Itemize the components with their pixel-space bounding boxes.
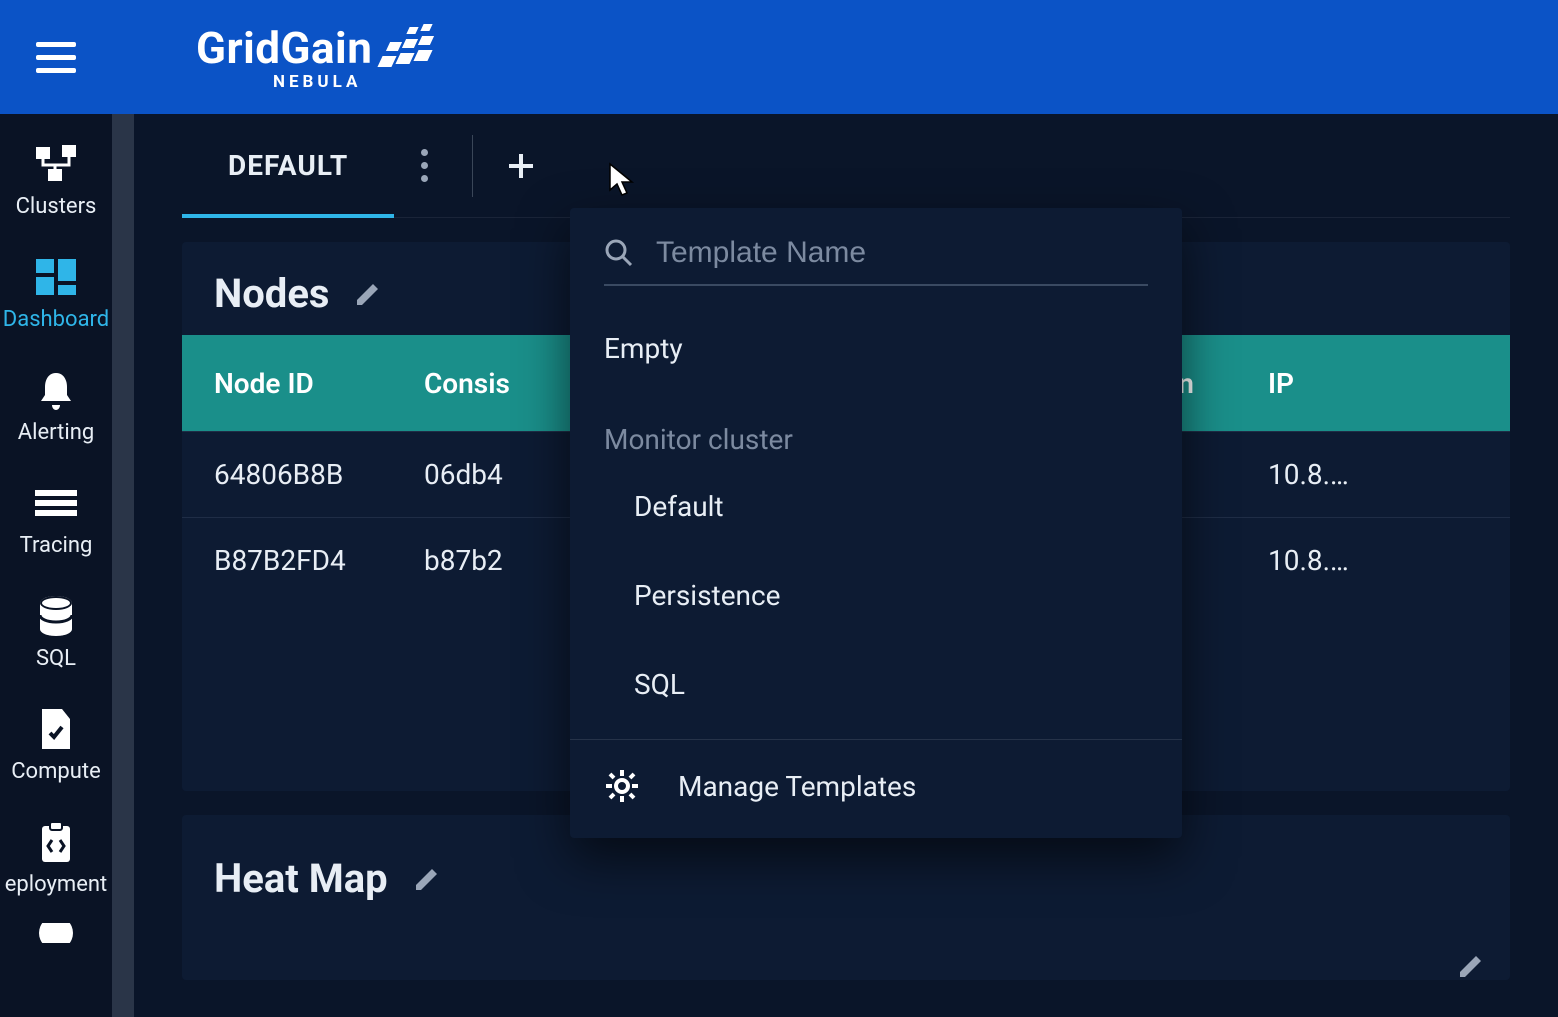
sidebar-item-compute[interactable]: Compute bbox=[0, 707, 112, 784]
sidebar-item-tracing[interactable]: Tracing bbox=[0, 481, 112, 558]
pencil-icon bbox=[353, 279, 383, 309]
tab-label: DEFAULT bbox=[228, 149, 348, 182]
tab-add-button[interactable] bbox=[491, 114, 551, 217]
gear-icon bbox=[604, 768, 640, 804]
tracing-icon bbox=[34, 481, 78, 525]
sidebar-label: Dashboard bbox=[3, 307, 109, 332]
app-header: GridGain NEBULA bbox=[0, 0, 1558, 114]
template-option-label: SQL bbox=[634, 668, 685, 701]
bell-icon bbox=[34, 368, 78, 412]
sidebar-item-sql[interactable]: SQL bbox=[0, 594, 112, 671]
tab-default[interactable]: DEFAULT bbox=[182, 114, 394, 217]
file-check-icon bbox=[34, 707, 78, 751]
tab-divider bbox=[472, 135, 473, 197]
edit-heatmap-button[interactable] bbox=[412, 864, 442, 894]
sidebar-item-clusters[interactable]: Clusters bbox=[0, 142, 112, 219]
cell-node-id: B87B2FD4 bbox=[182, 544, 424, 577]
clipboard-code-icon bbox=[34, 820, 78, 864]
plus-icon bbox=[505, 150, 537, 182]
edit-nodes-button[interactable] bbox=[353, 279, 383, 309]
sidebar-label: SQL bbox=[36, 646, 76, 671]
database-icon bbox=[34, 594, 78, 638]
menu-hamburger-button[interactable] bbox=[36, 37, 76, 77]
template-option-default[interactable]: Default bbox=[570, 462, 1182, 551]
template-option-persistence[interactable]: Persistence bbox=[570, 551, 1182, 640]
sidebar-nav: Clusters Dashboard Alerting Tracing SQL bbox=[0, 114, 112, 1017]
template-search-input[interactable] bbox=[656, 236, 1148, 270]
nodes-card-title: Nodes bbox=[214, 270, 329, 317]
manage-templates-label: Manage Templates bbox=[678, 770, 916, 803]
clock-icon bbox=[34, 923, 78, 943]
pencil-icon bbox=[412, 864, 442, 894]
sidebar-item-deployment[interactable]: eployment bbox=[0, 820, 112, 897]
pencil-icon bbox=[1456, 951, 1486, 981]
sidebar-label: Alerting bbox=[18, 420, 94, 445]
sidebar-item-more[interactable] bbox=[0, 923, 112, 943]
sidebar-scrollbar[interactable] bbox=[112, 114, 134, 1017]
sidebar-label: Compute bbox=[11, 759, 101, 784]
template-search-field[interactable] bbox=[604, 236, 1148, 286]
heatmap-card: Heat Map bbox=[182, 815, 1510, 980]
dashboard-tabs: DEFAULT bbox=[182, 114, 1510, 218]
clusters-icon bbox=[34, 142, 78, 186]
template-option-label: Empty bbox=[604, 332, 683, 365]
heatmap-card-title: Heat Map bbox=[214, 855, 388, 902]
template-option-label: Persistence bbox=[634, 579, 781, 612]
brand-logo: GridGain NEBULA bbox=[196, 22, 438, 92]
dashboard-icon bbox=[34, 255, 78, 299]
sidebar-item-dashboard[interactable]: Dashboard bbox=[0, 255, 112, 332]
search-icon bbox=[604, 238, 634, 268]
sidebar-label: eployment bbox=[5, 872, 107, 897]
template-option-empty[interactable]: Empty bbox=[570, 304, 1182, 393]
col-header-ip[interactable]: IP bbox=[1254, 367, 1510, 400]
cell-node-id: 64806B8B bbox=[182, 458, 424, 491]
sidebar-label: Clusters bbox=[16, 194, 97, 219]
cell-ip: 10.8.… bbox=[1254, 544, 1510, 577]
sidebar-label: Tracing bbox=[20, 533, 93, 558]
template-option-sql[interactable]: SQL bbox=[570, 640, 1182, 729]
brand-subtitle: NEBULA bbox=[273, 72, 361, 92]
template-option-label: Default bbox=[634, 490, 724, 523]
brand-name: GridGain bbox=[196, 22, 372, 74]
template-popover: Empty Monitor cluster Default Persistenc… bbox=[570, 208, 1182, 838]
sidebar-item-alerting[interactable]: Alerting bbox=[0, 368, 112, 445]
template-group-label: Monitor cluster bbox=[570, 393, 1182, 462]
manage-templates-button[interactable]: Manage Templates bbox=[570, 740, 1182, 838]
tab-options-button[interactable] bbox=[394, 114, 454, 217]
edit-right-button[interactable] bbox=[1456, 951, 1486, 981]
cell-ip: 10.8.… bbox=[1254, 458, 1510, 491]
brand-logo-squares-icon bbox=[378, 26, 438, 74]
col-header-node-id[interactable]: Node ID bbox=[182, 367, 424, 400]
